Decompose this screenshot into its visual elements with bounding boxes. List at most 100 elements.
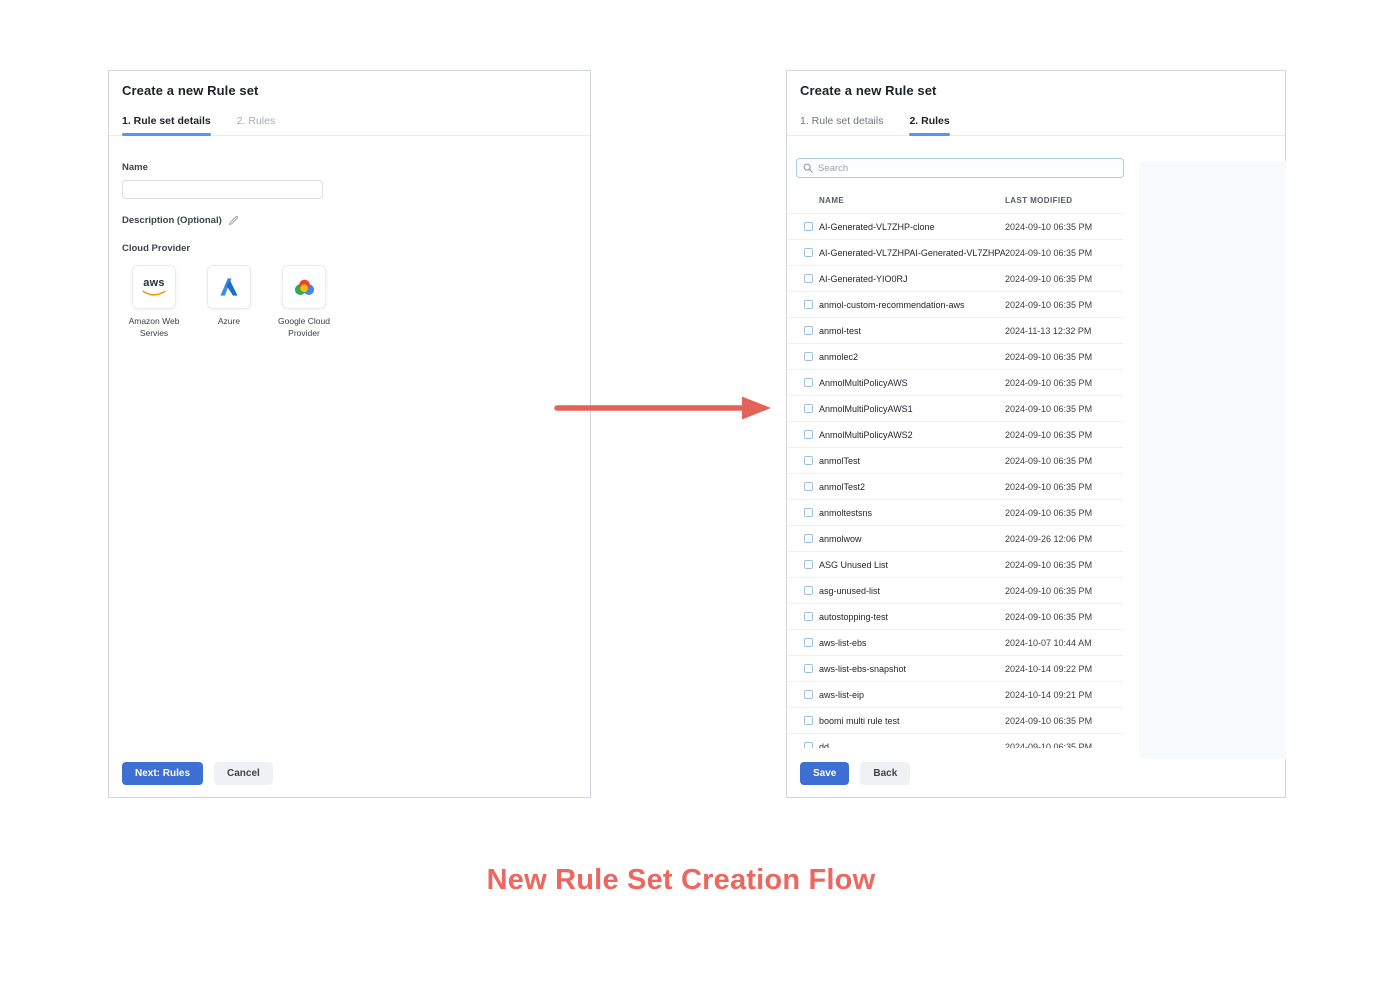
edit-pencil-icon[interactable] <box>228 215 239 226</box>
rule-name: AI-Generated-VL7ZHPAI-Generated-VL7ZHPAI… <box>819 248 1005 258</box>
last-modified: 2024-09-10 06:35 PM <box>1005 716 1123 726</box>
table-row[interactable]: anmolTest22024-09-10 06:35 PM <box>787 473 1123 499</box>
row-checkbox[interactable] <box>804 508 813 517</box>
rule-name: anmol-test <box>819 326 1005 336</box>
last-modified: 2024-09-10 06:35 PM <box>1005 482 1123 492</box>
last-modified: 2024-10-14 09:21 PM <box>1005 690 1123 700</box>
table-row[interactable]: aws-list-eip2024-10-14 09:21 PM <box>787 681 1123 707</box>
row-checkbox[interactable] <box>804 300 813 309</box>
row-checkbox[interactable] <box>804 326 813 335</box>
table-row[interactable]: AI-Generated-VL7ZHP-clone2024-09-10 06:3… <box>787 213 1123 239</box>
azure-card[interactable] <box>207 265 251 309</box>
rule-name: asg-unused-list <box>819 586 1005 596</box>
row-checkbox[interactable] <box>804 586 813 595</box>
cancel-button[interactable]: Cancel <box>214 762 273 785</box>
table-row[interactable]: ASG Unused List2024-09-10 06:35 PM <box>787 551 1123 577</box>
table-row[interactable]: AI-Generated-VL7ZHPAI-Generated-VL7ZHPAI… <box>787 239 1123 265</box>
rule-name: aws-list-ebs-snapshot <box>819 664 1005 674</box>
table-row[interactable]: aws-list-ebs2024-10-07 10:44 AM <box>787 629 1123 655</box>
next-rules-button[interactable]: Next: Rules <box>122 762 203 785</box>
preview-side-area <box>1139 161 1286 759</box>
row-checkbox[interactable] <box>804 664 813 673</box>
table-row[interactable]: anmolTest2024-09-10 06:35 PM <box>787 447 1123 473</box>
column-header-last-modified: LAST MODIFIED <box>1005 196 1123 205</box>
row-checkbox[interactable] <box>804 742 813 748</box>
row-checkbox[interactable] <box>804 716 813 725</box>
table-row[interactable]: boomi multi rule test2024-09-10 06:35 PM <box>787 707 1123 733</box>
dialog-title: Create a new Rule set <box>109 71 590 100</box>
table-row[interactable]: anmol-custom-recommendation-aws2024-09-1… <box>787 291 1123 317</box>
last-modified: 2024-09-10 06:35 PM <box>1005 586 1123 596</box>
google-cloud-icon <box>293 278 316 297</box>
row-checkbox[interactable] <box>804 690 813 699</box>
save-button[interactable]: Save <box>800 762 849 785</box>
row-checkbox[interactable] <box>804 222 813 231</box>
rule-name: AI-Generated-YIO0RJ <box>819 274 1005 284</box>
tab-rules[interactable]: 2. Rules <box>237 110 276 135</box>
last-modified: 2024-09-10 06:35 PM <box>1005 222 1123 232</box>
last-modified: 2024-09-10 06:35 PM <box>1005 352 1123 362</box>
cloud-provider-options: aws Amazon Web Servies Azure <box>122 265 577 340</box>
row-checkbox[interactable] <box>804 430 813 439</box>
description-label: Description (Optional) <box>122 215 222 226</box>
tab-rule-set-details[interactable]: 1. Rule set details <box>122 110 211 135</box>
row-checkbox[interactable] <box>804 248 813 257</box>
tab-rule-set-details[interactable]: 1. Rule set details <box>800 110 883 135</box>
table-row[interactable]: aws-list-ebs-snapshot2024-10-14 09:22 PM <box>787 655 1123 681</box>
table-row[interactable]: AnmolMultiPolicyAWS22024-09-10 06:35 PM <box>787 421 1123 447</box>
table-row[interactable]: anmoltestsns2024-09-10 06:35 PM <box>787 499 1123 525</box>
rule-name: aws-list-eip <box>819 690 1005 700</box>
azure-icon <box>218 277 240 297</box>
last-modified: 2024-09-10 06:35 PM <box>1005 378 1123 388</box>
table-row[interactable]: AI-Generated-YIO0RJ2024-09-10 06:35 PM <box>787 265 1123 291</box>
last-modified: 2024-09-10 06:35 PM <box>1005 508 1123 518</box>
row-checkbox[interactable] <box>804 274 813 283</box>
row-checkbox[interactable] <box>804 352 813 361</box>
search-input[interactable] <box>818 163 1117 174</box>
table-row[interactable]: AnmolMultiPolicyAWS2024-09-10 06:35 PM <box>787 369 1123 395</box>
rule-name: ASG Unused List <box>819 560 1005 570</box>
table-row[interactable]: dd2024-09-10 06:35 PM <box>787 733 1123 748</box>
aws-smile-icon <box>141 290 167 297</box>
gcp-card[interactable] <box>282 265 326 309</box>
cloud-provider-label: Cloud Provider <box>122 243 577 254</box>
provider-label: Google Cloud Provider <box>272 316 336 340</box>
row-checkbox[interactable] <box>804 534 813 543</box>
row-checkbox[interactable] <box>804 612 813 621</box>
table-row[interactable]: anmolwow2024-09-26 12:06 PM <box>787 525 1123 551</box>
table-row[interactable]: autostopping-test2024-09-10 06:35 PM <box>787 603 1123 629</box>
rule-name: anmolwow <box>819 534 1005 544</box>
rule-name: autostopping-test <box>819 612 1005 622</box>
row-checkbox[interactable] <box>804 638 813 647</box>
last-modified: 2024-09-10 06:35 PM <box>1005 274 1123 284</box>
description-row[interactable]: Description (Optional) <box>122 215 577 226</box>
aws-icon: aws <box>143 278 164 289</box>
row-checkbox[interactable] <box>804 404 813 413</box>
back-button[interactable]: Back <box>860 762 910 785</box>
rule-name: anmoltestsns <box>819 508 1005 518</box>
last-modified: 2024-09-10 06:35 PM <box>1005 404 1123 414</box>
table-row[interactable]: AnmolMultiPolicyAWS12024-09-10 06:35 PM <box>787 395 1123 421</box>
row-checkbox[interactable] <box>804 560 813 569</box>
provider-card-aws[interactable]: aws Amazon Web Servies <box>122 265 186 340</box>
last-modified: 2024-09-10 06:35 PM <box>1005 300 1123 310</box>
rule-name: dd <box>819 742 1005 749</box>
page-canvas: Create a new Rule set 1. Rule set detail… <box>0 0 1394 984</box>
tab-rules[interactable]: 2. Rules <box>909 110 949 135</box>
name-input[interactable] <box>122 180 323 199</box>
rule-name: aws-list-ebs <box>819 638 1005 648</box>
last-modified: 2024-09-10 06:35 PM <box>1005 560 1123 570</box>
table-row[interactable]: anmol-test2024-11-13 12:32 PM <box>787 317 1123 343</box>
row-checkbox[interactable] <box>804 456 813 465</box>
search-box[interactable] <box>796 158 1124 178</box>
provider-card-gcp[interactable]: Google Cloud Provider <box>272 265 336 340</box>
last-modified: 2024-09-10 06:35 PM <box>1005 248 1123 258</box>
row-checkbox[interactable] <box>804 378 813 387</box>
aws-card[interactable]: aws <box>132 265 176 309</box>
row-checkbox[interactable] <box>804 482 813 491</box>
provider-card-azure[interactable]: Azure <box>197 265 261 340</box>
table-row[interactable]: asg-unused-list2024-09-10 06:35 PM <box>787 577 1123 603</box>
table-row[interactable]: anmolec22024-09-10 06:35 PM <box>787 343 1123 369</box>
wizard-tabs: 1. Rule set details 2. Rules <box>109 110 590 136</box>
dialog-footer: Next: Rules Cancel <box>122 762 273 785</box>
